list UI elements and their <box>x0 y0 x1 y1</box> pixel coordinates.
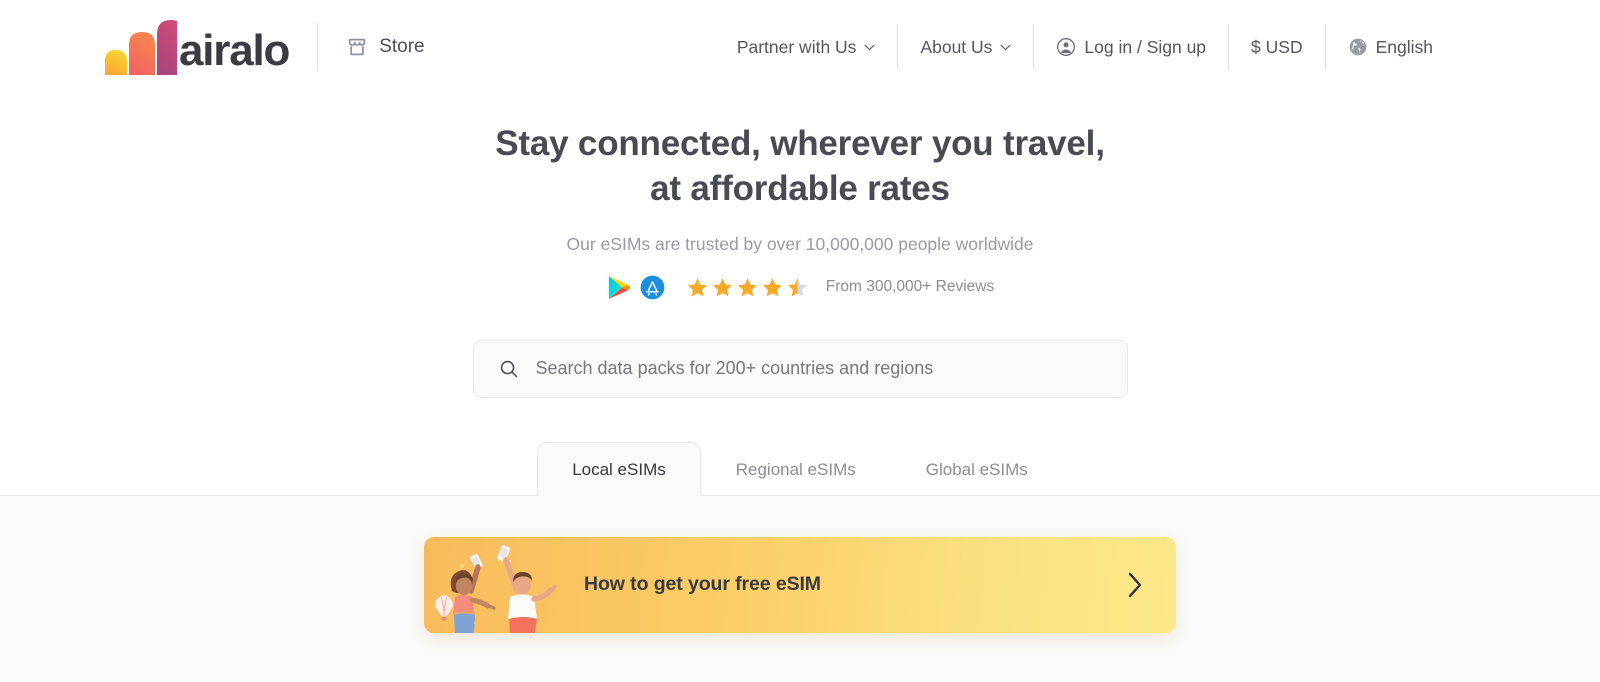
rating-row: From 300,000+ Reviews <box>0 275 1600 300</box>
airalo-logo[interactable]: airalo <box>103 19 290 75</box>
hot-air-balloon-decoration <box>435 594 453 620</box>
search-container <box>472 339 1128 398</box>
tab-global-esims[interactable]: Global eSIMs <box>891 442 1063 496</box>
star-icon <box>712 277 732 297</box>
tab-regional-esims[interactable]: Regional eSIMs <box>701 442 891 496</box>
nav-item-language[interactable]: English <box>1326 24 1455 70</box>
google-play-icon[interactable] <box>606 275 631 300</box>
nav-label-partner-with-us: Partner with Us <box>736 36 857 57</box>
search-input[interactable] <box>535 358 1102 380</box>
star-icon <box>687 277 707 297</box>
promo-banner-title: How to get your free eSIM <box>584 573 821 596</box>
user-account-icon <box>1057 38 1076 56</box>
airalo-logo-mark-icon <box>105 20 177 75</box>
esim-type-tabs-region: Local eSIMs Regional eSIMs Global eSIMs <box>0 441 1600 496</box>
globe-icon <box>1349 38 1366 56</box>
celebrating-people-illustration <box>435 544 557 633</box>
man-figure <box>496 544 557 633</box>
esim-type-tabs: Local eSIMs Regional eSIMs Global eSIMs <box>0 441 1600 496</box>
nav-label-login-signup: Log in / Sign up <box>1084 36 1207 57</box>
nav-label-about-us: About Us <box>920 36 993 57</box>
lower-section: How to get your free eSIM <box>0 495 1600 682</box>
site-header: airalo Store Partner with Us About Us Lo… <box>0 0 1600 94</box>
store-link[interactable]: Store <box>346 36 425 58</box>
hero-subtitle: Our eSIMs are trusted by over 10,000,000… <box>566 233 1034 254</box>
nav-item-login-signup[interactable]: Log in / Sign up <box>1034 24 1228 70</box>
airalo-homepage: airalo Store Partner with Us About Us Lo… <box>0 0 1600 682</box>
airalo-wordmark: airalo <box>179 26 290 75</box>
store-label: Store <box>379 36 425 57</box>
header-left-group: airalo Store <box>103 19 425 75</box>
star-icon <box>737 277 757 297</box>
nav-item-about-us[interactable]: About Us <box>898 24 1033 70</box>
star-half-icon <box>787 277 807 297</box>
app-store-icon[interactable] <box>640 275 665 300</box>
reviews-count-label: From 300,000+ Reviews <box>825 278 995 296</box>
nav-label-language: English <box>1375 36 1433 57</box>
page-title: Stay connected, wherever you travel, at … <box>0 122 1600 212</box>
star-rating <box>687 277 808 298</box>
free-esim-promo-banner[interactable]: How to get your free eSIM <box>424 536 1176 633</box>
header-divider <box>317 23 319 71</box>
primary-navigation: Partner with Us About Us Log in / Sign u… <box>715 24 1455 70</box>
nav-label-currency: $ USD <box>1251 36 1303 57</box>
app-store-badges <box>606 275 665 300</box>
search-box[interactable] <box>472 339 1128 398</box>
woman-figure <box>450 553 496 633</box>
chevron-down-icon <box>1000 44 1011 50</box>
tab-local-esims[interactable]: Local eSIMs <box>537 441 701 496</box>
storefront-icon <box>348 38 366 56</box>
nav-item-currency[interactable]: $ USD <box>1229 24 1325 70</box>
hero-section: Stay connected, wherever you travel, at … <box>0 94 1600 398</box>
nav-item-partner-with-us[interactable]: Partner with Us <box>715 24 898 70</box>
hero-title-line-2: at affordable rates <box>650 168 950 208</box>
hero-title-line-1: Stay connected, wherever you travel, <box>495 124 1105 163</box>
star-icon <box>762 277 782 297</box>
chevron-right-icon[interactable] <box>1126 571 1144 599</box>
chevron-down-icon <box>864 44 875 50</box>
search-icon <box>500 360 517 377</box>
